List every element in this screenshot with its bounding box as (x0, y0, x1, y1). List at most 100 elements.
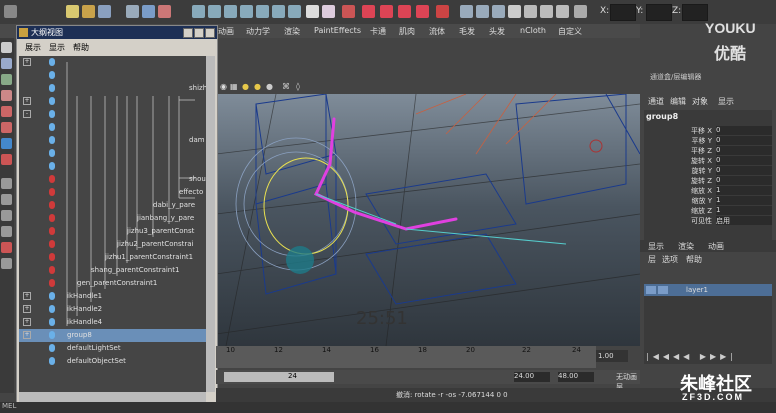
expand-toggle-icon[interactable]: - (23, 110, 31, 118)
select-by-surface-icon[interactable] (240, 5, 253, 18)
tab-anim[interactable]: 动画 (708, 241, 724, 252)
maximize-icon[interactable] (194, 28, 204, 38)
render-current-icon[interactable] (524, 5, 537, 18)
attribute-value[interactable]: 0 (716, 146, 772, 155)
menu-layers[interactable]: 层 (648, 254, 656, 265)
layout-hypershade-icon[interactable] (1, 258, 12, 269)
outliner-hscroll[interactable] (19, 392, 206, 402)
light-icon[interactable]: ● (242, 82, 249, 91)
render-view-icon[interactable] (508, 5, 521, 18)
xray-icon[interactable]: ◊ (296, 82, 300, 91)
attribute-value[interactable]: 1 (716, 206, 772, 215)
rotate-tool-icon[interactable] (1, 106, 12, 117)
soft-mod-tool-icon[interactable] (1, 154, 12, 165)
highlight-selection-icon[interactable] (322, 5, 335, 18)
layer-row[interactable]: layer1 (644, 284, 772, 296)
render-settings-icon[interactable] (556, 5, 569, 18)
viewport[interactable]: 25:51 (216, 94, 640, 346)
outliner-row[interactable]: dam (19, 134, 206, 147)
menu-show-r[interactable]: 显示 (718, 96, 734, 107)
snap-grid-icon[interactable] (342, 5, 355, 18)
layout-outliner-icon[interactable] (1, 226, 12, 237)
outliner-row[interactable]: - (19, 108, 206, 121)
outliner-row[interactable] (19, 147, 206, 160)
outliner-window[interactable]: 大纲视图 展示 显示 帮助 + shizh + - dam shou effec… (16, 25, 218, 408)
shelf-tab-toon[interactable]: 卡通 (370, 26, 386, 37)
layout-two-icon[interactable] (1, 210, 12, 221)
select-hierarchy-icon[interactable] (126, 5, 139, 18)
attribute-row[interactable]: 旋转 X 0 (644, 156, 772, 166)
save-scene-icon[interactable] (98, 5, 111, 18)
select-by-joint-icon[interactable] (208, 5, 221, 18)
z-field[interactable] (682, 4, 708, 21)
shelf-tab-ncloth[interactable]: nCloth (520, 26, 546, 35)
select-by-curve-icon[interactable] (224, 5, 237, 18)
shelf-tab-custom[interactable]: 自定义 (558, 26, 582, 37)
attribute-row[interactable]: 旋转 Z 0 (644, 176, 772, 186)
menu-display[interactable]: 展示 (25, 42, 41, 53)
attribute-row[interactable]: 旋转 Y 0 (644, 166, 772, 176)
snap-plane-icon[interactable] (398, 5, 411, 18)
layout-four-icon[interactable] (1, 194, 12, 205)
outliner-row[interactable] (19, 160, 206, 173)
history-input-icon[interactable] (460, 5, 473, 18)
menu-options[interactable]: 选项 (662, 254, 678, 265)
attribute-value[interactable]: 0 (716, 176, 772, 185)
select-component-icon[interactable] (158, 5, 171, 18)
template-toggle[interactable] (658, 286, 668, 294)
select-by-render-icon[interactable] (288, 5, 301, 18)
menu-help-r[interactable]: 帮助 (686, 254, 702, 265)
select-tool-icon[interactable] (1, 42, 12, 53)
expand-toggle-icon[interactable]: + (23, 318, 31, 326)
outliner-row[interactable]: + ikHandle1 (19, 290, 206, 303)
shade-icon[interactable]: ● (254, 82, 261, 91)
menu-edit[interactable]: 编辑 (670, 96, 686, 107)
select-object-icon[interactable] (142, 5, 155, 18)
attribute-row[interactable]: 平移 Z 0 (644, 146, 772, 156)
transform-input-icon[interactable] (574, 5, 587, 18)
expand-toggle-icon[interactable]: + (23, 305, 31, 313)
paint-tool-icon[interactable] (1, 74, 12, 85)
layer-name[interactable]: layer1 (686, 286, 708, 294)
layout-graph-icon[interactable] (1, 242, 12, 253)
range-end-field[interactable]: 24.00 (514, 372, 550, 382)
attribute-value[interactable]: 0 (716, 156, 772, 165)
shelf-tab-animation[interactable]: 动画 (218, 26, 234, 37)
outliner-row[interactable]: + ikHandle2 (19, 303, 206, 316)
snap-curve-icon[interactable] (362, 5, 375, 18)
expand-toggle-icon[interactable]: + (23, 97, 31, 105)
attribute-row[interactable]: 平移 X 0 (644, 126, 772, 136)
menu-help[interactable]: 帮助 (73, 42, 89, 53)
layout-single-icon[interactable] (1, 178, 12, 189)
attribute-row[interactable]: 缩放 Z 1 (644, 206, 772, 216)
tab-display[interactable]: 显示 (648, 241, 664, 252)
shelf-tab-fluids[interactable]: 流体 (429, 26, 445, 37)
menu-object[interactable]: 对象 (692, 96, 708, 107)
outliner-vscroll[interactable] (206, 56, 215, 392)
shelf-tab-dynamics[interactable]: 动力学 (246, 26, 270, 37)
outliner-row[interactable]: jizhu2_parentConstrai (19, 238, 206, 251)
camera-icon[interactable]: ◉ (220, 82, 227, 91)
select-by-deform-icon[interactable] (256, 5, 269, 18)
outliner-row[interactable] (19, 121, 206, 134)
outliner-row[interactable]: + group8 (19, 329, 206, 342)
shelf-tab-hair[interactable]: 头发 (489, 26, 505, 37)
new-scene-icon[interactable] (66, 5, 79, 18)
outliner-row[interactable]: + ikHandle4 (19, 316, 206, 329)
outliner-row[interactable]: dabi_y_pare (19, 199, 206, 212)
scale-tool-icon[interactable] (1, 122, 12, 133)
outliner-row[interactable]: + (19, 56, 206, 69)
tab-render[interactable]: 渲染 (678, 241, 694, 252)
range-total-field[interactable]: 48.00 (558, 372, 594, 382)
close-icon[interactable] (205, 28, 215, 38)
outliner-titlebar[interactable]: 大纲视图 (17, 26, 217, 39)
expand-toggle-icon[interactable]: + (23, 292, 31, 300)
time-slider[interactable]: 10 12 14 16 18 20 22 24 (216, 346, 596, 368)
menu-channels[interactable]: 通道 (648, 96, 664, 107)
mode-menu-icon[interactable] (4, 5, 17, 18)
attribute-value[interactable]: 0 (716, 136, 772, 145)
outliner-row[interactable]: defaultObjectSet (19, 355, 206, 368)
isolate-icon[interactable]: ⌘ (282, 82, 290, 91)
manipulator-tool-icon[interactable] (1, 138, 12, 149)
lasso-tool-icon[interactable] (1, 58, 12, 69)
